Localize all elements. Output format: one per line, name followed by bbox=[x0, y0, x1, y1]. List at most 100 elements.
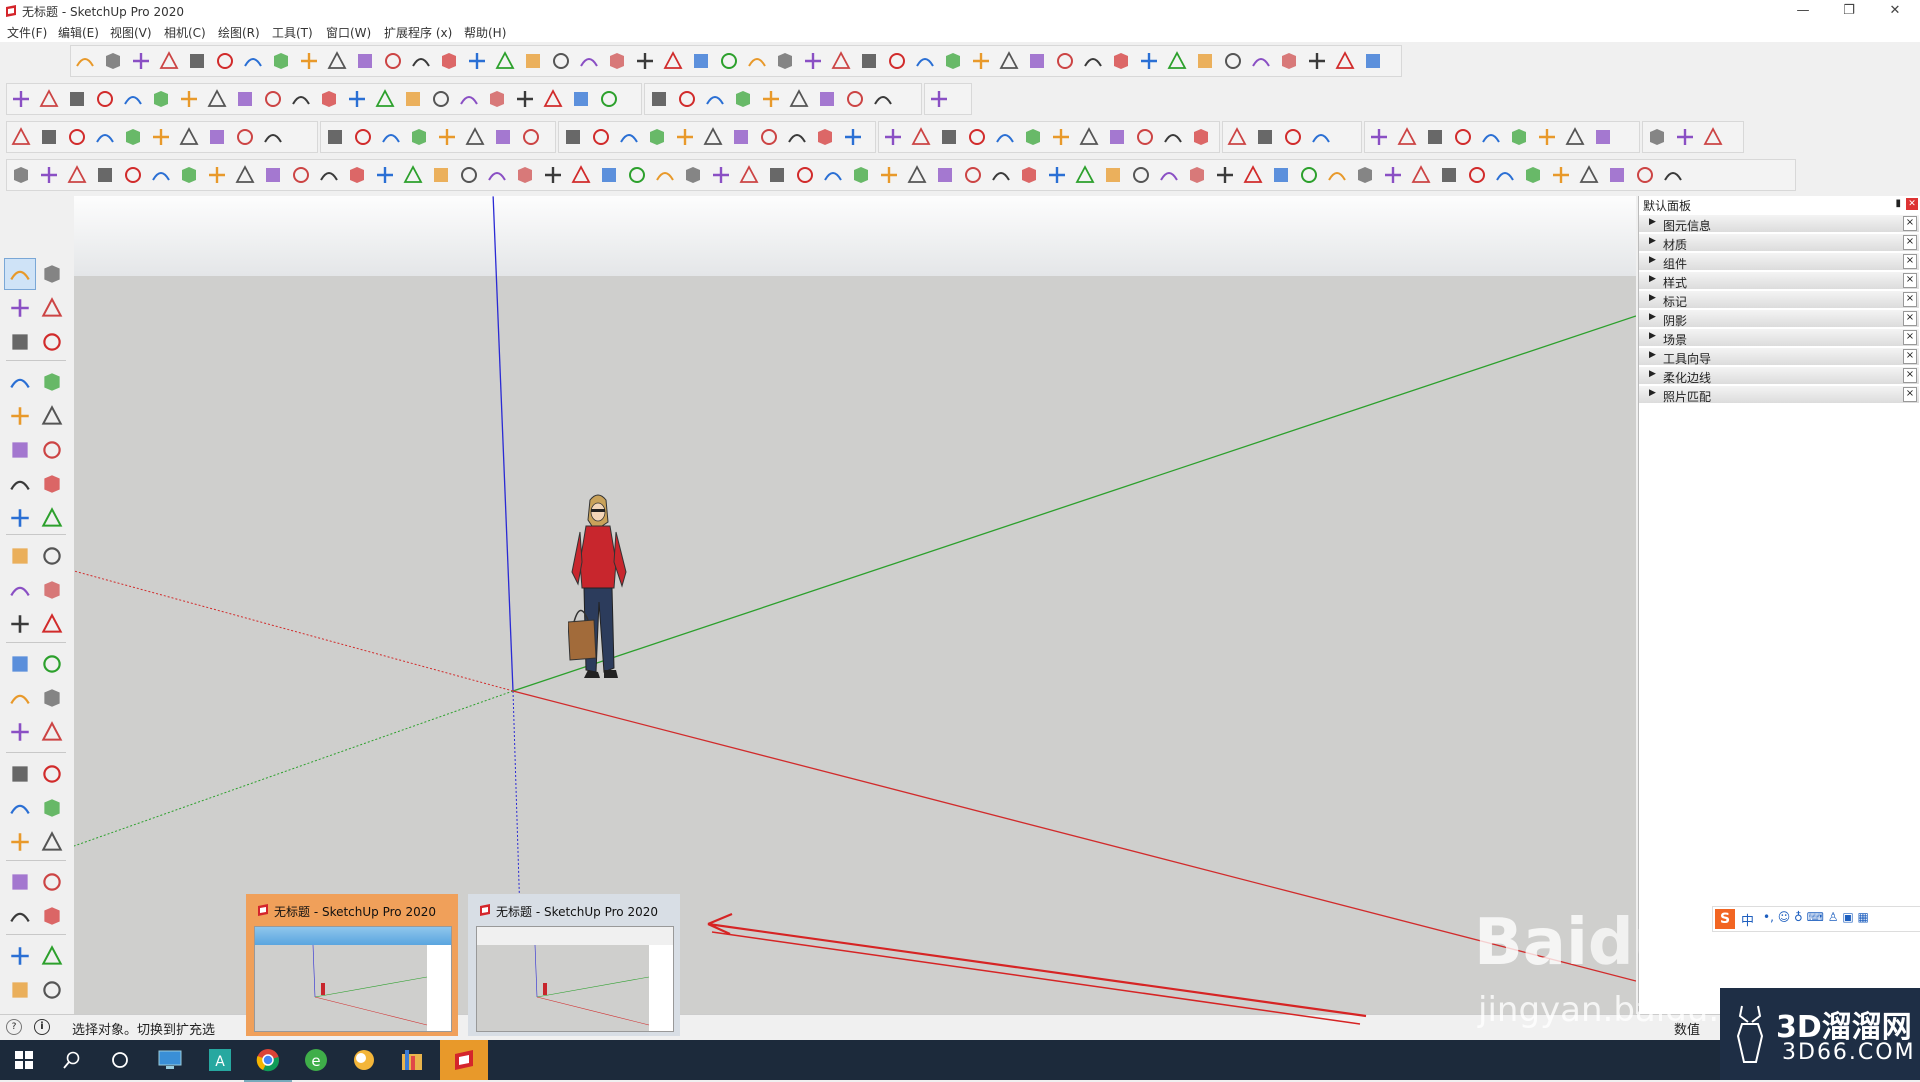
left-tool-31[interactable] bbox=[4, 792, 36, 824]
left-tool-36[interactable] bbox=[36, 866, 68, 898]
ext-tool-16[interactable] bbox=[491, 47, 519, 75]
close-icon[interactable]: × bbox=[1903, 368, 1917, 383]
curve-tool-8[interactable] bbox=[203, 85, 231, 113]
menu-file[interactable]: 文件(F) bbox=[7, 24, 47, 41]
main-tool-49[interactable] bbox=[1351, 161, 1379, 189]
left-tool-34[interactable] bbox=[36, 826, 68, 858]
tray-item-tags[interactable]: ▶ 标记 × bbox=[1639, 291, 1919, 309]
main-tool-3[interactable] bbox=[63, 161, 91, 189]
taskbar-app-orange[interactable] bbox=[340, 1040, 388, 1080]
curve-tool-19[interactable] bbox=[511, 85, 539, 113]
ext-tool-26[interactable] bbox=[771, 47, 799, 75]
curve-tool-9[interactable] bbox=[231, 85, 259, 113]
tray-close-button[interactable]: ✕ bbox=[1906, 198, 1918, 210]
ext-tool-46[interactable] bbox=[1331, 47, 1359, 75]
restore-button[interactable]: ❐ bbox=[1826, 0, 1872, 22]
menu-help[interactable]: 帮助(H) bbox=[464, 24, 506, 41]
main-tool-51[interactable] bbox=[1407, 161, 1435, 189]
ext-tool-17[interactable] bbox=[519, 47, 547, 75]
section-tool-3[interactable] bbox=[377, 123, 405, 151]
main-tool-19[interactable] bbox=[511, 161, 539, 189]
ext-tool-37[interactable] bbox=[1079, 47, 1107, 75]
ext-tool-24[interactable] bbox=[715, 47, 743, 75]
ext-tool-45[interactable] bbox=[1303, 47, 1331, 75]
solid-tool-8[interactable] bbox=[1075, 123, 1103, 151]
close-icon[interactable]: × bbox=[1903, 273, 1917, 288]
left-tool-16[interactable] bbox=[36, 502, 68, 534]
main-tool-14[interactable] bbox=[371, 161, 399, 189]
curve-tool-20[interactable] bbox=[539, 85, 567, 113]
editext-tool-6[interactable] bbox=[699, 123, 727, 151]
main-tool-10[interactable] bbox=[259, 161, 287, 189]
left-tool-6[interactable] bbox=[36, 326, 68, 358]
close-icon[interactable]: × bbox=[1903, 330, 1917, 345]
tray-item-styles[interactable]: ▶ 样式 × bbox=[1639, 272, 1919, 290]
ext-tool-40[interactable] bbox=[1163, 47, 1191, 75]
curve-tool-17[interactable] bbox=[455, 85, 483, 113]
solid-tool-12[interactable] bbox=[1187, 123, 1215, 151]
main-tool-28[interactable] bbox=[763, 161, 791, 189]
left-tool-33[interactable] bbox=[4, 826, 36, 858]
main-tool-17[interactable] bbox=[455, 161, 483, 189]
editext-tool-4[interactable] bbox=[643, 123, 671, 151]
menu-tools[interactable]: 工具(T) bbox=[272, 24, 313, 41]
left-tool-8[interactable] bbox=[36, 366, 68, 398]
sandbox-tool-9[interactable] bbox=[869, 85, 897, 113]
close-icon[interactable]: × bbox=[1903, 235, 1917, 250]
sandbox-tool-5[interactable] bbox=[757, 85, 785, 113]
main-tool-31[interactable] bbox=[847, 161, 875, 189]
ext-tool-30[interactable] bbox=[883, 47, 911, 75]
camera-tool-8[interactable] bbox=[203, 123, 231, 151]
ext-tool-36[interactable] bbox=[1051, 47, 1079, 75]
views-tool-7[interactable] bbox=[1533, 123, 1561, 151]
tray-item-soften-edges[interactable]: ▶ 柔化边线 × bbox=[1639, 367, 1919, 385]
left-tool-23[interactable] bbox=[4, 648, 36, 680]
ext-tool-14[interactable] bbox=[435, 47, 463, 75]
left-tool-5[interactable] bbox=[4, 326, 36, 358]
left-tool-9[interactable] bbox=[4, 400, 36, 432]
curve-tool-6[interactable] bbox=[147, 85, 175, 113]
drawing-viewport[interactable] bbox=[74, 196, 1636, 1014]
left-tool-38[interactable] bbox=[36, 900, 68, 932]
left-tool-12[interactable] bbox=[36, 434, 68, 466]
main-tool-25[interactable] bbox=[679, 161, 707, 189]
ext-tool-2[interactable] bbox=[99, 47, 127, 75]
sandbox-tool-2[interactable] bbox=[673, 85, 701, 113]
main-tool-35[interactable] bbox=[959, 161, 987, 189]
curve-tool-2[interactable] bbox=[35, 85, 63, 113]
solid-tool-3[interactable] bbox=[935, 123, 963, 151]
solid-tool-4[interactable] bbox=[963, 123, 991, 151]
main-tool-11[interactable] bbox=[287, 161, 315, 189]
left-tool-40[interactable] bbox=[36, 940, 68, 972]
taskbar-sketchup[interactable] bbox=[440, 1040, 488, 1080]
ext-tool-7[interactable] bbox=[239, 47, 267, 75]
misc-tool-2[interactable] bbox=[1671, 123, 1699, 151]
curve-tool-22[interactable] bbox=[595, 85, 623, 113]
camera-tool-7[interactable] bbox=[175, 123, 203, 151]
close-icon[interactable]: × bbox=[1903, 292, 1917, 307]
solid-tool-9[interactable] bbox=[1103, 123, 1131, 151]
left-tool-21[interactable] bbox=[4, 608, 36, 640]
main-tool-24[interactable] bbox=[651, 161, 679, 189]
editext-tool-8[interactable] bbox=[755, 123, 783, 151]
left-tool-29[interactable] bbox=[4, 758, 36, 790]
left-tool-17[interactable] bbox=[4, 540, 36, 572]
solid-tool-11[interactable] bbox=[1159, 123, 1187, 151]
left-tool-22[interactable] bbox=[36, 608, 68, 640]
left-tool-42[interactable] bbox=[36, 974, 68, 1006]
main-tool-5[interactable] bbox=[119, 161, 147, 189]
main-tool-29[interactable] bbox=[791, 161, 819, 189]
left-tool-28[interactable] bbox=[36, 716, 68, 748]
views-tool-5[interactable] bbox=[1477, 123, 1505, 151]
close-icon[interactable]: × bbox=[1903, 349, 1917, 364]
main-tool-55[interactable] bbox=[1519, 161, 1547, 189]
left-tool-10[interactable] bbox=[36, 400, 68, 432]
taskbar-chrome[interactable] bbox=[244, 1040, 292, 1082]
sandbox-tool-6[interactable] bbox=[785, 85, 813, 113]
left-tool-20[interactable] bbox=[36, 574, 68, 606]
main-tool-7[interactable] bbox=[175, 161, 203, 189]
minimize-button[interactable]: — bbox=[1780, 0, 1826, 22]
ext-tool-20[interactable] bbox=[603, 47, 631, 75]
camera-tool-5[interactable] bbox=[119, 123, 147, 151]
left-tool-15[interactable] bbox=[4, 502, 36, 534]
